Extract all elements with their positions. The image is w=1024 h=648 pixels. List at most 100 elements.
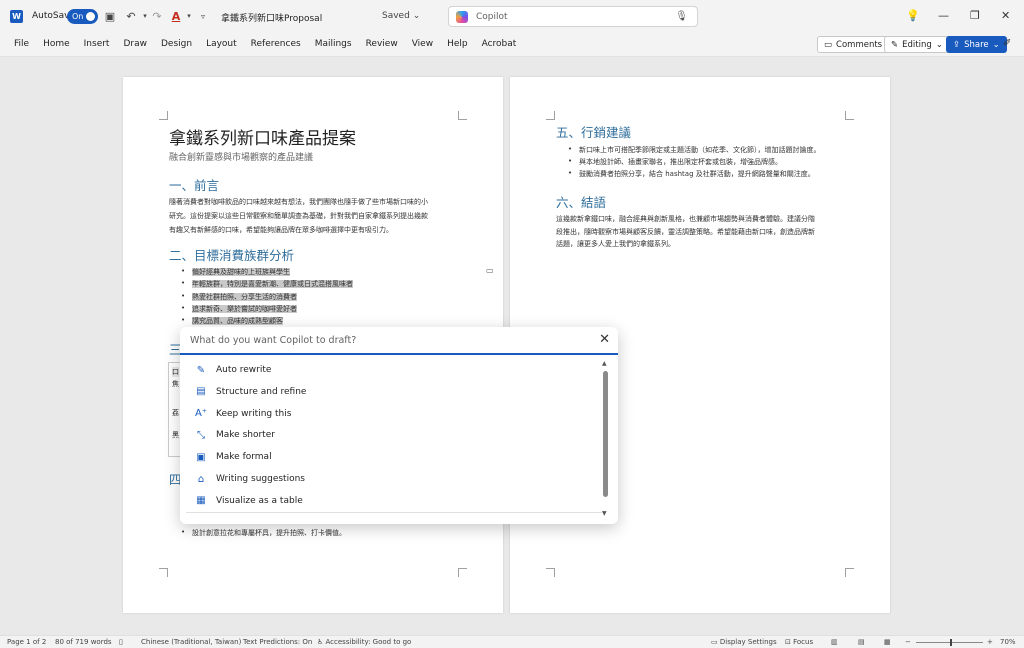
share-label: Share <box>964 39 989 50</box>
copilot-prompt-input[interactable]: What do you want Copilot to draft? <box>180 327 618 355</box>
document-title[interactable]: 拿鐵系列新口味Proposal <box>221 11 322 24</box>
tab-view[interactable]: View <box>412 39 433 49</box>
copilot-option-make-formal[interactable]: ▣ Make formal <box>194 447 271 467</box>
pen-icon[interactable]: ✐ <box>1003 38 1011 49</box>
lightbulb-icon[interactable]: 💡 <box>906 9 920 22</box>
briefcase-icon: ▣ <box>196 451 206 463</box>
document-subtitle[interactable]: 融合創新靈感與市場觀察的產品建議 <box>169 150 313 163</box>
comment-icon: ▭ <box>824 39 833 50</box>
undo-icon[interactable]: ↶ <box>124 9 138 23</box>
copilot-logo-icon <box>456 10 468 23</box>
table-icon: ▦ <box>196 495 206 507</box>
font-color-icon[interactable]: A <box>169 9 183 23</box>
comment-marker-icon[interactable]: ▭ <box>486 266 494 275</box>
section-heading-marketing[interactable]: 五、行銷建議 <box>556 122 631 141</box>
list-item[interactable]: 鼓勵消費者拍照分享，結合 hashtag 及社群活動，提升網路聲量和關注度。 <box>568 169 815 179</box>
accessibility-text: Accessibility: Good to go <box>325 638 412 646</box>
copilot-option-structure-and-refine[interactable]: ▤ Structure and refine <box>194 382 306 402</box>
list-item[interactable]: 新口味上市可搭配季節限定或主題活動（如花季、文化節），增加話題討論度。 <box>568 145 820 155</box>
intro-line: 有趣又有新鮮感的口味，希望能夠讓品牌在眾多咖啡選擇中更有吸引力。 <box>169 226 393 234</box>
copilot-option-label: Keep writing this <box>216 408 292 419</box>
page-count[interactable]: Page 1 of 2 <box>7 638 46 646</box>
close-icon[interactable]: ✕ <box>599 332 610 347</box>
proofing-icon[interactable]: ▯ <box>119 638 123 646</box>
intro-line: 研究。這份提案以這些日常觀察和簡單調查為基礎，針對我們自家拿鐵系列提出幾款 <box>169 212 428 220</box>
tab-review[interactable]: Review <box>366 39 398 49</box>
print-layout-icon[interactable]: ▤ <box>858 638 865 646</box>
zoom-slider[interactable] <box>916 639 983 646</box>
zoom-level[interactable]: 70% <box>1000 638 1016 646</box>
read-mode-icon[interactable]: ▥ <box>831 638 838 646</box>
copilot-option-label: Auto rewrite <box>216 365 272 375</box>
scroll-down-icon[interactable]: ▼ <box>602 510 607 517</box>
tab-insert[interactable]: Insert <box>84 39 110 49</box>
comments-button[interactable]: ▭ Comments <box>817 36 890 53</box>
zoom-slider-thumb[interactable] <box>950 639 952 646</box>
table-cell: 口 <box>172 367 179 377</box>
section-heading-conclusion[interactable]: 六、結語 <box>556 192 606 211</box>
scrollbar[interactable]: ▲ ▼ <box>602 360 609 517</box>
status-bar: Page 1 of 2 80 of 719 words ▯ Chinese (T… <box>0 635 1024 648</box>
list-item[interactable]: 年輕族群，特別是喜愛新潮、健康或日式混搭風味者 <box>181 279 353 289</box>
tab-mailings[interactable]: Mailings <box>315 39 352 49</box>
copilot-option-writing-suggestions[interactable]: ⌂ Writing suggestions <box>194 469 305 489</box>
list-item[interactable]: 追求新奇、樂於嘗試的咖啡愛好者 <box>181 304 297 314</box>
table-cell: 黑 <box>172 431 179 439</box>
tab-acrobat[interactable]: Acrobat <box>482 39 517 49</box>
conclusion-line: 這幾款新拿鐵口味，融合經典與創新風格，也兼顧市場趨勢與消費者體驗。建議分階 <box>556 215 815 223</box>
autosave-toggle[interactable]: On <box>67 9 98 24</box>
tab-help[interactable]: Help <box>447 39 468 49</box>
conclusion-paragraph[interactable]: 這幾款新拿鐵口味，融合經典與創新風格，也兼顧市場趨勢與消費者體驗。建議分階 段推… <box>556 213 856 251</box>
save-icon[interactable]: ▣ <box>103 9 117 23</box>
save-status-text: Saved <box>382 11 410 21</box>
section-heading-intro[interactable]: 一、前言 <box>169 175 219 194</box>
section-heading-target[interactable]: 二、目標消費族群分析 <box>169 245 294 264</box>
share-button[interactable]: ⇪ Share ⌄ <box>946 36 1007 53</box>
scroll-up-icon[interactable]: ▲ <box>602 360 607 367</box>
text-predictions-status[interactable]: Text Predictions: On <box>243 638 312 646</box>
comments-label: Comments <box>836 39 883 50</box>
copilot-option-auto-rewrite[interactable]: ✎ Auto rewrite <box>194 360 272 380</box>
intro-paragraph[interactable]: 隨著消費者對咖啡飲品的口味越來越有想法，我們團隊也隨手做了些市場新口味的小 研究… <box>169 195 469 237</box>
web-layout-icon[interactable]: ▦ <box>884 638 891 646</box>
copilot-option-keep-writing-this[interactable]: A⁺ Keep writing this <box>194 404 291 424</box>
tab-file[interactable]: File <box>14 39 29 49</box>
customize-toolbar-icon[interactable]: ▿ <box>196 9 210 23</box>
scrollbar-thumb[interactable] <box>603 371 608 497</box>
accessibility-status[interactable]: ♿ Accessibility: Good to go <box>317 638 411 646</box>
restore-icon[interactable]: ❐ <box>970 9 980 22</box>
save-status[interactable]: Saved ⌄ <box>382 11 420 21</box>
document-heading[interactable]: 拿鐵系列新口味產品提案 <box>169 124 356 149</box>
copilot-search-box[interactable]: Copilot 🎙 <box>448 6 698 27</box>
font-color-dropdown-icon[interactable]: ▾ <box>182 9 196 23</box>
editing-label: Editing <box>902 39 932 50</box>
zoom-out-icon[interactable]: − <box>905 638 911 646</box>
tab-references[interactable]: References <box>251 39 301 49</box>
copilot-option-make-shorter[interactable]: ⤡ Make shorter <box>194 425 275 445</box>
list-item[interactable]: 設計創意拉花和專屬杯具，提升拍照、打卡價值。 <box>181 528 346 538</box>
minimize-icon[interactable]: — <box>938 9 949 22</box>
display-settings-button[interactable]: ▭ Display Settings <box>711 638 777 646</box>
close-window-icon[interactable]: ✕ <box>1001 9 1010 22</box>
editing-mode-button[interactable]: ✎ Editing ⌄ <box>884 36 950 53</box>
tab-home[interactable]: Home <box>43 39 70 49</box>
microphone-icon[interactable]: 🎙 <box>675 11 688 22</box>
list-item[interactable]: 與本地設計師、插畫家聯名，推出限定杯套或包裝，增強品牌感。 <box>568 157 782 167</box>
list-item[interactable]: 偏好經典及甜味的上班族與學生 <box>181 267 290 277</box>
tab-draw[interactable]: Draw <box>123 39 147 49</box>
copilot-option-visualize-as-a-table[interactable]: ▦ Visualize as a table <box>194 491 302 511</box>
zoom-in-icon[interactable]: + <box>987 638 993 646</box>
focus-button[interactable]: ⊡ Focus <box>785 638 813 646</box>
tab-layout[interactable]: Layout <box>206 39 237 49</box>
language-indicator[interactable]: Chinese (Traditional, Taiwan) <box>141 638 241 646</box>
list-item[interactable]: 講究品質、品味的成熟型顧客 <box>181 316 283 326</box>
arrows-shrink-icon: ⤡ <box>197 429 205 441</box>
word-count[interactable]: 80 of 719 words <box>55 638 112 646</box>
list-item[interactable]: 熱愛社群拍照、分享生活的消費者 <box>181 292 297 302</box>
margin-corner <box>845 111 854 120</box>
copilot-option-label: Make shorter <box>216 430 275 441</box>
redo-icon[interactable]: ↷ <box>150 9 164 23</box>
tab-design[interactable]: Design <box>161 39 192 49</box>
list-item-text: 講究品質、品味的成熟型顧客 <box>192 317 283 325</box>
conclusion-line: 話題，讓更多人愛上我們的拿鐵系列。 <box>556 240 675 248</box>
